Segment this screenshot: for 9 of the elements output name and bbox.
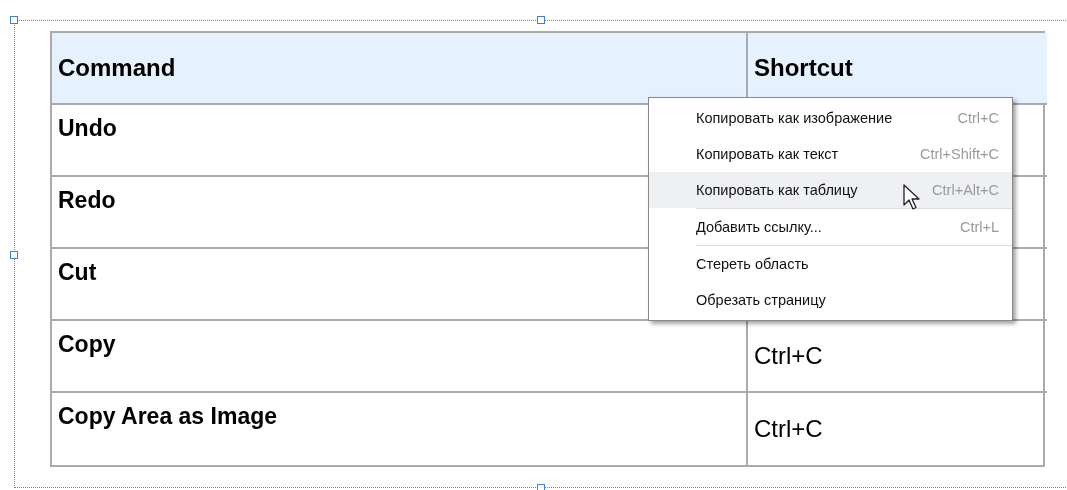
resize-handle[interactable] bbox=[10, 16, 18, 24]
resize-handle[interactable] bbox=[10, 251, 18, 259]
menu-item[interactable]: Копировать как таблицу Ctrl+Alt+C bbox=[649, 172, 1012, 208]
resize-handle[interactable] bbox=[537, 484, 545, 490]
header-cell: Shortcut bbox=[748, 33, 1047, 105]
header-cell: Command bbox=[52, 33, 748, 105]
shortcut-cell-text: Ctrl+C bbox=[753, 414, 824, 444]
resize-handle[interactable] bbox=[537, 16, 545, 24]
command-cell: Copy Area as Image bbox=[52, 393, 748, 465]
